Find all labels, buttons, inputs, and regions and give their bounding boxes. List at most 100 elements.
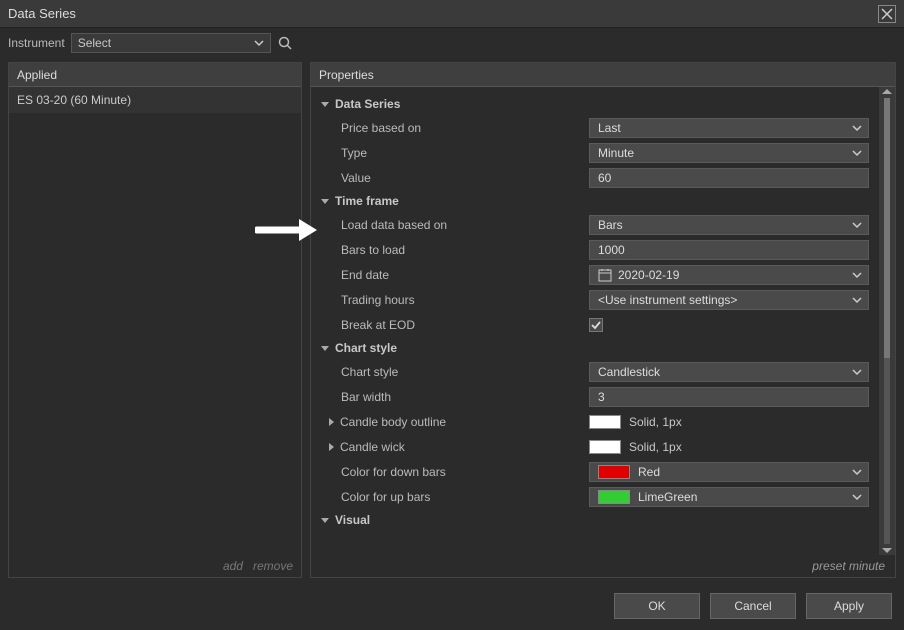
label-bar-width: Bar width	[317, 390, 589, 404]
scroll-up-icon[interactable]	[882, 89, 892, 94]
calendar-icon	[598, 268, 612, 282]
window-title: Data Series	[8, 6, 76, 21]
ok-button[interactable]: OK	[614, 593, 700, 619]
properties-body: Data Series Price based on Last Type Min…	[311, 87, 895, 555]
row-candle-wick: Candle wick Solid, 1px	[313, 434, 879, 459]
color-swatch	[598, 465, 630, 479]
chevron-down-icon	[852, 148, 862, 158]
display-candle-body-outline[interactable]: Solid, 1px	[589, 412, 869, 432]
input-value[interactable]: 60	[589, 168, 869, 188]
color-swatch	[598, 490, 630, 504]
chevron-down-icon	[852, 123, 862, 133]
close-icon	[881, 8, 893, 20]
section-title: Visual	[335, 513, 370, 527]
caret-down-icon	[321, 346, 329, 351]
preset-label[interactable]: preset minute	[812, 559, 885, 573]
input-bars-to-load[interactable]: 1000	[589, 240, 869, 260]
instrument-selected: Select	[78, 36, 111, 50]
label-trading-hours: Trading hours	[317, 293, 589, 307]
applied-panel: Applied ES 03-20 (60 Minute) add remove	[8, 62, 302, 578]
chevron-down-icon	[852, 270, 862, 280]
search-icon[interactable]	[277, 35, 293, 51]
chevron-down-icon	[852, 467, 862, 477]
close-button[interactable]	[878, 5, 896, 23]
row-break-at-eod: Break at EOD	[313, 312, 879, 337]
section-chart-style[interactable]: Chart style	[313, 337, 879, 359]
apply-button[interactable]: Apply	[806, 593, 892, 619]
instrument-label: Instrument	[8, 36, 65, 50]
caret-down-icon	[321, 518, 329, 523]
expand-right-icon[interactable]	[329, 418, 334, 426]
scroll-down-icon[interactable]	[882, 548, 892, 553]
chevron-down-icon	[852, 492, 862, 502]
row-bars-to-load: Bars to load 1000	[313, 237, 879, 262]
row-color-down-bars: Color for down bars Red	[313, 459, 879, 484]
properties-scroll: Data Series Price based on Last Type Min…	[311, 87, 879, 555]
dialog-buttons: OK Cancel Apply	[0, 582, 904, 630]
label-color-up: Color for up bars	[317, 490, 589, 504]
label-break-at-eod: Break at EOD	[317, 318, 589, 332]
section-title: Chart style	[335, 341, 397, 355]
row-price-based-on: Price based on Last	[313, 115, 879, 140]
applied-footer: add remove	[9, 555, 301, 577]
instrument-row: Instrument Select	[0, 28, 904, 58]
row-trading-hours: Trading hours <Use instrument settings>	[313, 287, 879, 312]
row-end-date: End date 2020-02-19	[313, 262, 879, 287]
dropdown-color-down[interactable]: Red	[589, 462, 869, 482]
label-value: Value	[317, 171, 589, 185]
dropdown-chart-style[interactable]: Candlestick	[589, 362, 869, 382]
label-type: Type	[317, 146, 589, 160]
scrollbar[interactable]	[879, 87, 895, 555]
expand-right-icon[interactable]	[329, 443, 334, 451]
section-time-frame[interactable]: Time frame	[313, 190, 879, 212]
chevron-down-icon	[852, 220, 862, 230]
caret-down-icon	[321, 199, 329, 204]
dropdown-end-date[interactable]: 2020-02-19	[589, 265, 869, 285]
applied-list: ES 03-20 (60 Minute)	[9, 87, 301, 555]
display-candle-wick[interactable]: Solid, 1px	[589, 437, 869, 457]
dropdown-color-up[interactable]: LimeGreen	[589, 487, 869, 507]
label-price-based-on: Price based on	[317, 121, 589, 135]
scroll-track[interactable]	[884, 98, 890, 544]
label-color-down: Color for down bars	[317, 465, 589, 479]
caret-down-icon	[321, 102, 329, 107]
properties-footer: preset minute	[311, 555, 895, 577]
main-area: Applied ES 03-20 (60 Minute) add remove …	[0, 58, 904, 578]
input-bar-width[interactable]: 3	[589, 387, 869, 407]
add-link[interactable]: add	[223, 559, 243, 573]
row-type: Type Minute	[313, 140, 879, 165]
label-chart-style: Chart style	[317, 365, 589, 379]
section-data-series[interactable]: Data Series	[313, 93, 879, 115]
row-load-data-based-on: Load data based on Bars	[313, 212, 879, 237]
label-candle-body-outline: Candle body outline	[317, 415, 589, 429]
checkbox-break-at-eod[interactable]	[589, 318, 603, 332]
row-color-up-bars: Color for up bars LimeGreen	[313, 484, 879, 509]
chevron-down-icon	[852, 295, 862, 305]
properties-header: Properties	[311, 63, 895, 87]
section-title: Time frame	[335, 194, 399, 208]
remove-link[interactable]: remove	[253, 559, 293, 573]
color-swatch	[589, 440, 621, 454]
chevron-down-icon	[254, 38, 264, 48]
row-candle-body-outline: Candle body outline Solid, 1px	[313, 409, 879, 434]
title-bar: Data Series	[0, 0, 904, 28]
dropdown-price-based-on[interactable]: Last	[589, 118, 869, 138]
check-icon	[591, 320, 601, 330]
section-visual[interactable]: Visual	[313, 509, 879, 531]
dropdown-trading-hours[interactable]: <Use instrument settings>	[589, 290, 869, 310]
dropdown-type[interactable]: Minute	[589, 143, 869, 163]
label-bars-to-load: Bars to load	[317, 243, 589, 257]
cancel-button[interactable]: Cancel	[710, 593, 796, 619]
dropdown-load-data[interactable]: Bars	[589, 215, 869, 235]
row-value: Value 60	[313, 165, 879, 190]
applied-item[interactable]: ES 03-20 (60 Minute)	[9, 87, 301, 114]
label-end-date: End date	[317, 268, 589, 282]
instrument-select[interactable]: Select	[71, 33, 271, 53]
label-load-data: Load data based on	[317, 218, 589, 232]
scroll-thumb[interactable]	[884, 98, 890, 358]
properties-panel: Properties Data Series Price based on La…	[310, 62, 896, 578]
color-swatch	[589, 415, 621, 429]
row-chart-style: Chart style Candlestick	[313, 359, 879, 384]
label-candle-wick: Candle wick	[317, 440, 589, 454]
section-title: Data Series	[335, 97, 400, 111]
